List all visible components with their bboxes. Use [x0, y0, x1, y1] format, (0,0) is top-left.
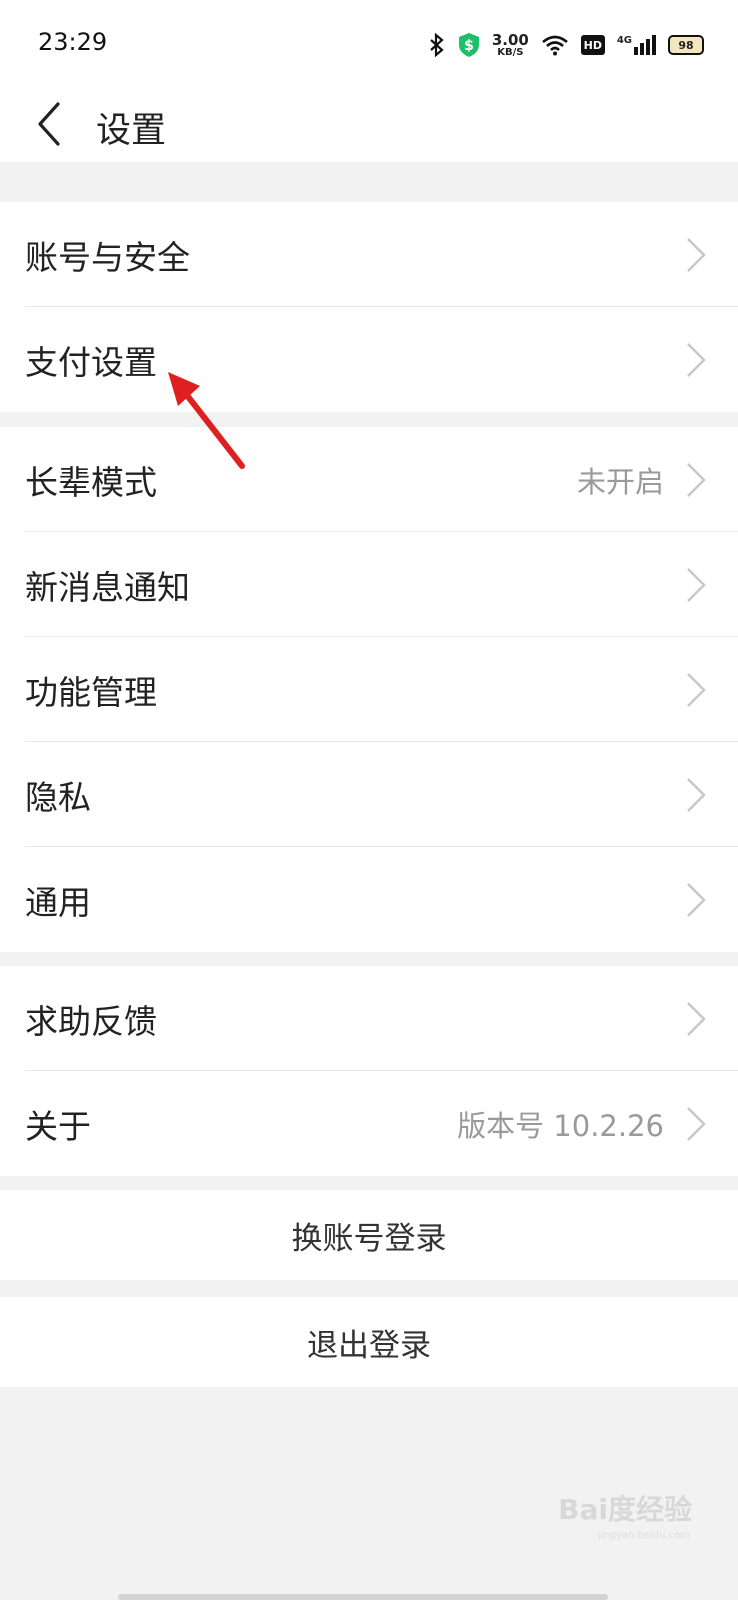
- watermark-url: jingyan.baidu.com: [597, 1530, 690, 1541]
- settings-item-label: 账号与安全: [25, 237, 190, 277]
- settings-item-payment[interactable]: 支付设置: [0, 307, 738, 412]
- wifi-icon: [541, 35, 568, 56]
- settings-item-label: 长辈模式: [25, 462, 157, 502]
- chevron-right-icon: [687, 778, 706, 812]
- back-arrow-icon[interactable]: [34, 96, 74, 152]
- chevron-right-icon: [687, 463, 706, 497]
- chevron-right-icon: [687, 883, 706, 917]
- chevron-right-icon: [687, 1002, 706, 1036]
- logout-button[interactable]: 退出登录: [0, 1297, 738, 1387]
- settings-item-account-security[interactable]: 账号与安全: [0, 202, 738, 307]
- chevron-right-icon: [687, 568, 706, 602]
- settings-item-general[interactable]: 通用: [0, 847, 738, 952]
- switch-account-button[interactable]: 换账号登录: [0, 1190, 738, 1280]
- settings-item-label: 隐私: [25, 777, 91, 817]
- version-value: 版本号 10.2.26: [457, 1108, 664, 1143]
- settings-item-label: 关于: [25, 1106, 91, 1146]
- settings-group-general: 长辈模式 未开启 新消息通知 功能管理 隐私 通用: [0, 427, 738, 952]
- switch-account-label: 换账号登录: [291, 1220, 447, 1257]
- status-bar: 23:29 $ 3.00 KB/S HD 4G 98: [0, 0, 738, 90]
- settings-item-label: 通用: [25, 882, 91, 922]
- network-speed: 3.00 KB/S: [491, 30, 529, 58]
- settings-item-elder-mode[interactable]: 长辈模式 未开启: [0, 427, 738, 532]
- chevron-right-icon: [687, 343, 706, 377]
- logout-label: 退出登录: [307, 1327, 431, 1364]
- settings-item-privacy[interactable]: 隐私: [0, 742, 738, 847]
- hd-icon: HD: [580, 35, 605, 55]
- page-title: 设置: [96, 111, 167, 151]
- home-indicator[interactable]: [118, 1594, 608, 1600]
- chevron-right-icon: [687, 1107, 706, 1141]
- baidu-watermark: Bai度经验: [558, 1493, 692, 1526]
- settings-group-help: 求助反馈 关于 版本号 10.2.26: [0, 966, 738, 1176]
- bluetooth-icon: [430, 33, 444, 57]
- battery-icon: 98: [668, 35, 704, 55]
- chevron-right-icon: [687, 673, 706, 707]
- settings-item-label: 支付设置: [25, 342, 157, 382]
- shield-dollar-icon: $: [458, 33, 479, 57]
- status-icons: $ 3.00 KB/S HD 4G 98: [428, 30, 704, 60]
- settings-item-features[interactable]: 功能管理: [0, 637, 738, 742]
- settings-item-help-feedback[interactable]: 求助反馈: [0, 966, 738, 1071]
- settings-item-label: 功能管理: [25, 672, 157, 712]
- settings-item-value: 未开启: [576, 464, 664, 499]
- settings-item-about[interactable]: 关于 版本号 10.2.26: [0, 1071, 738, 1176]
- settings-group-account: 账号与安全 支付设置: [0, 202, 738, 412]
- title-bar: 设置: [0, 90, 738, 162]
- settings-item-label: 求助反馈: [25, 1001, 157, 1041]
- settings-item-label: 新消息通知: [25, 567, 190, 607]
- svg-text:$: $: [464, 38, 474, 54]
- annotation-arrow: [168, 372, 245, 469]
- settings-item-notifications[interactable]: 新消息通知: [0, 532, 738, 637]
- status-time: 23:29: [38, 28, 108, 56]
- chevron-right-icon: [687, 238, 706, 272]
- signal-icon: 4G: [617, 35, 656, 55]
